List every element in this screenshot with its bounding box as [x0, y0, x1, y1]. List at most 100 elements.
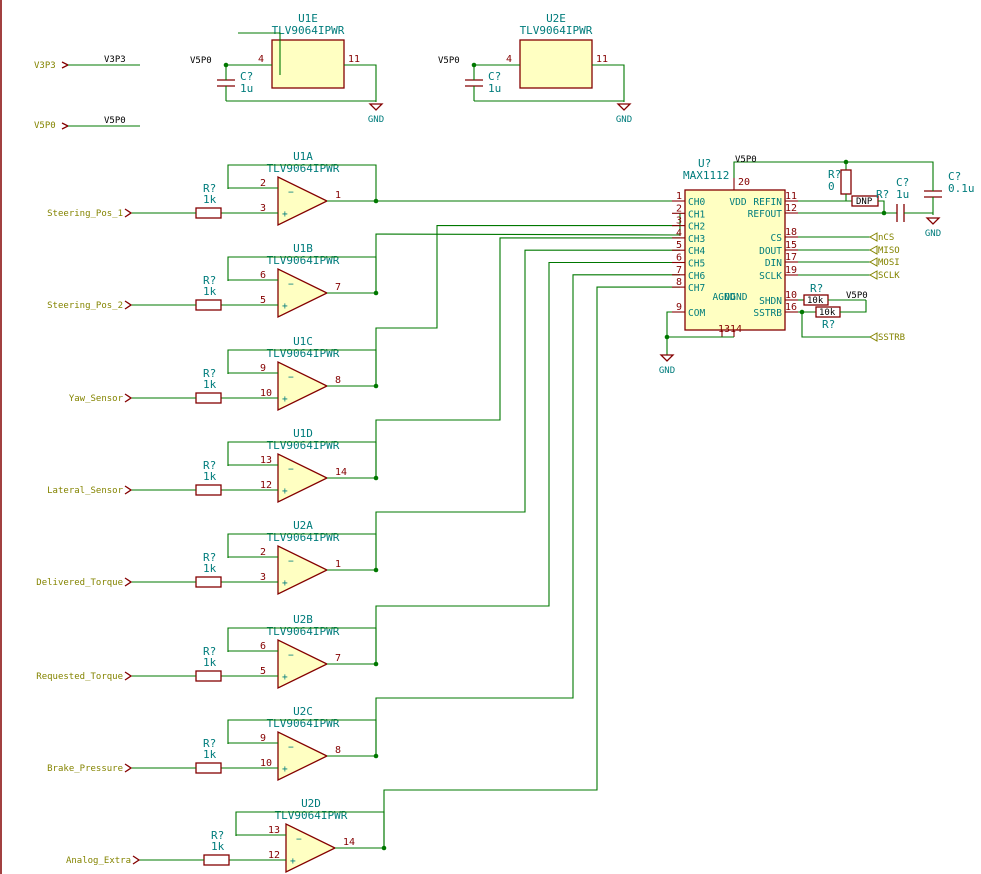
- input-label: Steering_Pos_1: [47, 209, 123, 219]
- adc-pin-number: 13: [718, 324, 730, 335]
- pin-number: 14: [335, 467, 347, 478]
- adc-pin-name: DOUT: [759, 246, 782, 257]
- plus-sign: +: [282, 301, 288, 312]
- pin-number: 2: [260, 178, 266, 189]
- buffer-u2b: −+U2BTLV9064IPWR675R?1kRequested_Torque: [36, 261, 680, 690]
- adc-route: [383, 286, 680, 848]
- gnd-label: GND: [368, 115, 384, 125]
- supply-value: TLV9064IPWR: [520, 24, 593, 37]
- adc-pin-number: 4: [676, 228, 682, 239]
- pin-number: 4: [506, 54, 512, 65]
- static-layer: V3P3V3P3V5P0 V5P0U1ETLV9064IPWRV5P0 4 11C?1…: [34, 12, 632, 131]
- adc-block: U?MAX11121CH02CH13CH24CH35CH46CH57CH68CH…: [659, 155, 975, 376]
- pin-number: 8: [335, 375, 341, 386]
- adc-pin-name: CH1: [688, 209, 705, 220]
- opamp-value: TLV9064IPWR: [267, 531, 340, 544]
- adc-pin-name: CH3: [688, 234, 705, 245]
- adc-pin-name: DIN: [765, 258, 782, 269]
- plus-sign: +: [282, 486, 288, 497]
- adc-pin-number: 5: [676, 240, 682, 251]
- minus-sign: −: [288, 464, 294, 475]
- gnd-label: GND: [925, 229, 941, 239]
- plus-sign: +: [282, 209, 288, 220]
- junction-dot: [799, 309, 805, 315]
- signal-label: SCLK: [878, 271, 900, 281]
- shdn-res-value: 10k: [807, 296, 824, 306]
- pin-number: 11: [596, 54, 608, 65]
- supply-unit-u1e: U1ETLV9064IPWRV5P0 4 11C?1uGND: [190, 12, 384, 125]
- supply-unit-u2e: U2ETLV9064IPWRV5P0 4 11C?1uGND: [438, 12, 632, 125]
- adc-route: [375, 274, 680, 756]
- pin-number: 7: [335, 653, 341, 664]
- plus-sign: +: [282, 394, 288, 405]
- v3p3-net-label: V3P3: [104, 55, 126, 65]
- resistor-body: [195, 670, 222, 682]
- adc-pin-name: CH6: [688, 271, 705, 282]
- pin-number: 13: [268, 825, 280, 836]
- adc-pin-number: 19: [785, 265, 797, 276]
- global-label-arrow: [61, 122, 70, 130]
- adc-pin-name: SHDN: [759, 296, 782, 307]
- cap-value: 1u: [488, 82, 501, 95]
- adc-pin-name: SCLK: [759, 271, 782, 282]
- minus-sign: −: [288, 650, 294, 661]
- signal-label: MOSI: [878, 258, 900, 268]
- junction-dot: [373, 661, 379, 667]
- gnd-symbol: [925, 217, 941, 225]
- input-label: Steering_Pos_2: [47, 301, 123, 311]
- adc-pin-number: 3: [676, 216, 682, 227]
- adc-pin-name: CH7: [688, 283, 705, 294]
- adc-pin-name: CH0: [688, 197, 705, 208]
- inverting-wire: [227, 187, 278, 189]
- ref-cap-value: 1u: [896, 188, 909, 201]
- refin-res-body: [840, 169, 852, 195]
- pin-number: 7: [335, 282, 341, 293]
- junction-dot: [373, 290, 379, 296]
- adc-pin-number: 16: [785, 302, 797, 313]
- input-label: Analog_Extra: [66, 856, 131, 866]
- adc-value: MAX1112: [683, 169, 729, 182]
- opamp-value: TLV9064IPWR: [275, 809, 348, 822]
- adc-pin-number: 14: [730, 324, 742, 335]
- plus-sign: +: [282, 578, 288, 589]
- dnp-ref: R?: [876, 188, 889, 201]
- adc-pin-number: 17: [785, 252, 797, 263]
- signal-label: nCS: [878, 233, 894, 243]
- res-value: 1k: [203, 748, 217, 761]
- buffer-u1b: −+U1BTLV9064IPWR675R?1kSteering_Pos_2: [47, 213, 681, 319]
- global-label-arrow: [132, 855, 141, 865]
- signal-label: SSTRB: [878, 333, 905, 343]
- v5p0-net-label: V5P0: [104, 116, 126, 126]
- junction-dot: [373, 567, 379, 573]
- global-label-arrow: [61, 61, 70, 69]
- resistor-body: [195, 392, 222, 404]
- supply-net-label: V5P0: [190, 56, 212, 66]
- resistor-body: [195, 207, 222, 219]
- opamp-value: TLV9064IPWR: [267, 625, 340, 638]
- res-value: 1k: [203, 562, 217, 575]
- adc-pin-number: 11: [785, 191, 797, 202]
- resistor-body: [203, 854, 230, 866]
- adc-pin-number: 20: [738, 177, 750, 188]
- res-value: 1k: [203, 656, 217, 669]
- opamp-value: TLV9064IPWR: [267, 162, 340, 175]
- adc-pin-name: COM: [688, 308, 705, 319]
- supply-net-label: V5P0: [438, 56, 460, 66]
- adc-pin-number: 12: [785, 203, 797, 214]
- pin-number: 10: [260, 388, 272, 399]
- global-label-arrow: [124, 485, 133, 495]
- resistor-body: [195, 299, 222, 311]
- minus-sign: −: [296, 834, 302, 845]
- opamp-value: TLV9064IPWR: [267, 439, 340, 452]
- res-value: 1k: [203, 193, 217, 206]
- pin-number: 6: [260, 270, 266, 281]
- global-label-arrow: [124, 300, 133, 310]
- input-label: Lateral_Sensor: [47, 486, 123, 496]
- junction-dot: [881, 210, 887, 216]
- pin-number: 10: [260, 758, 272, 769]
- input-label: Brake_Pressure: [47, 764, 123, 774]
- gnd-symbol: [368, 103, 384, 111]
- buffer-u1c: −+U1CTLV9064IPWR9810R?1kYaw_Sensor: [69, 225, 680, 412]
- res-value: 1k: [203, 285, 217, 298]
- plus-sign: +: [282, 672, 288, 683]
